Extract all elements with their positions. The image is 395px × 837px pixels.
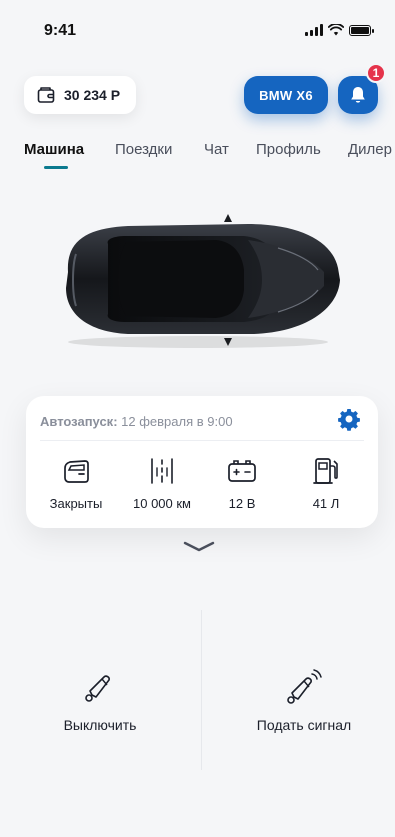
- tab-car[interactable]: Машина: [24, 141, 84, 158]
- tab-profile[interactable]: Профиль: [256, 141, 321, 158]
- tab-trips[interactable]: Поездки: [115, 141, 172, 158]
- active-tab-indicator: [44, 166, 68, 169]
- status-bar: 9:41: [0, 0, 395, 60]
- car-status-card: Автозапуск: 12 февраля в 9:00 Закрыты 10…: [26, 396, 378, 528]
- actions-divider: [201, 610, 202, 770]
- signal-icon: [305, 24, 323, 36]
- doors-status: Закрыты: [36, 454, 116, 511]
- odometer-icon: [151, 458, 173, 484]
- card-divider: [40, 440, 364, 441]
- autostart-value: 12 февраля в 9:00: [121, 414, 233, 429]
- car-door-icon: [64, 460, 89, 483]
- honk-label: Подать сигнал: [256, 717, 352, 733]
- app-screen: 9:41 30 234 Р BMW X6 1 Машина Поездки Ча…: [0, 0, 395, 837]
- status-icons: [305, 24, 374, 36]
- car-selector-button[interactable]: BMW X6: [244, 76, 328, 114]
- turn-off-horn-button[interactable]: Выключить: [40, 665, 160, 733]
- tab-chat[interactable]: Чат: [204, 141, 229, 158]
- tab-bar: Машина Поездки Чат Профиль Дилер: [24, 141, 395, 171]
- mileage-status: 10 000 км: [122, 454, 202, 511]
- mileage-label: 10 000 км: [133, 496, 191, 511]
- fuel-level-label: 41 Л: [312, 496, 340, 511]
- wallet-balance-button[interactable]: 30 234 Р: [24, 76, 136, 114]
- status-time: 9:41: [44, 22, 77, 39]
- battery-voltage-label: 12 В: [228, 496, 256, 511]
- bell-icon: [351, 87, 365, 103]
- battery-status-icon: [349, 24, 374, 36]
- battery-status: 12 В: [202, 454, 282, 511]
- wifi-icon: [328, 24, 344, 36]
- honk-button[interactable]: Подать сигнал: [244, 665, 364, 733]
- wallet-icon: [37, 87, 55, 103]
- fuel-pump-icon: [313, 458, 338, 484]
- battery-icon: [228, 460, 256, 482]
- turn-off-label: Выключить: [63, 717, 137, 733]
- horn-icon: [85, 675, 110, 702]
- doors-status-label: Закрыты: [49, 496, 103, 511]
- car-top-view-image: [66, 214, 340, 348]
- notification-badge: 1: [366, 63, 386, 83]
- autostart-label: Автозапуск:: [40, 414, 118, 429]
- chevron-down-icon[interactable]: [182, 540, 216, 554]
- autostart-info: Автозапуск: 12 февраля в 9:00: [40, 414, 233, 429]
- gear-icon[interactable]: [337, 408, 361, 432]
- fuel-status: 41 Л: [286, 454, 366, 511]
- tab-dealer[interactable]: Дилер: [348, 141, 392, 158]
- balance-value: 30 234 Р: [64, 87, 121, 103]
- horn-sound-icon: [287, 669, 322, 704]
